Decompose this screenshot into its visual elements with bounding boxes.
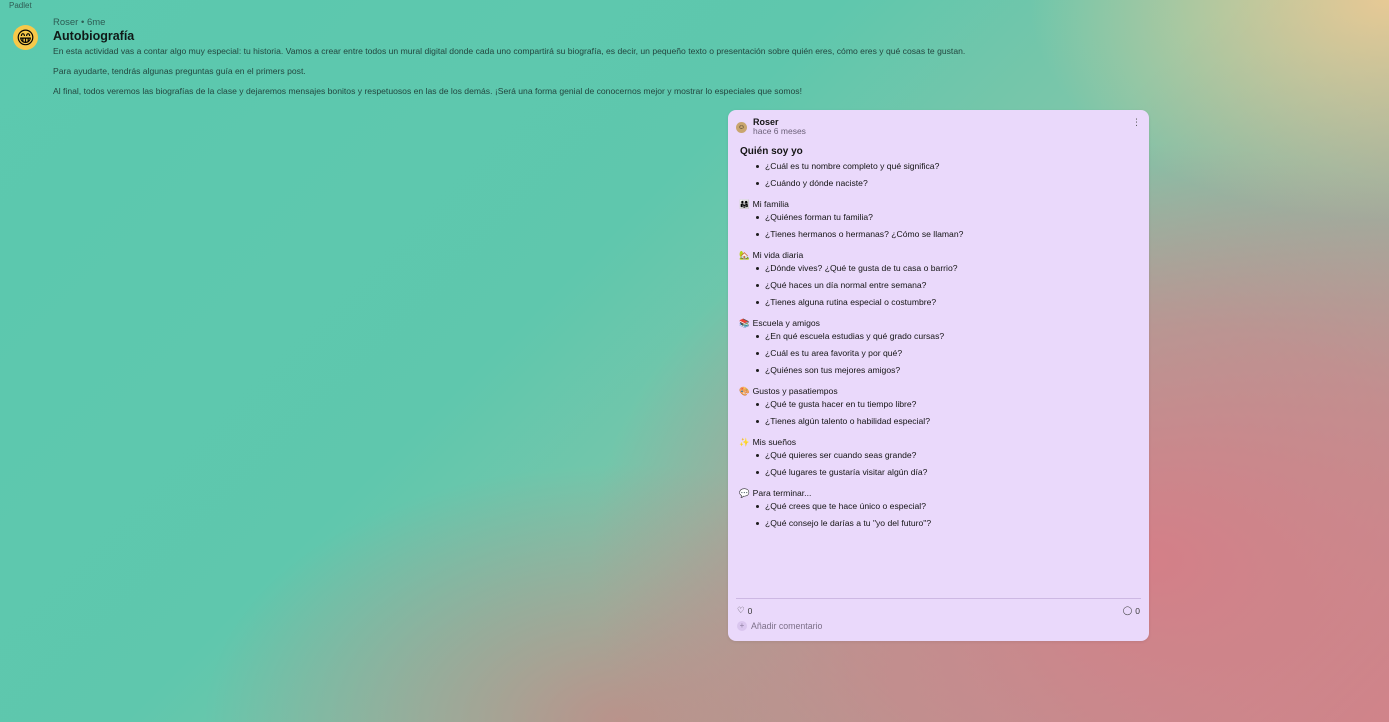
section-heading-text: Gustos y pasatiempos <box>752 386 838 396</box>
section-heading: 👨‍👩‍👧 Mi familia <box>739 199 1141 209</box>
question-list: ¿Qué te gusta hacer en tu tiempo libre? ¿… <box>739 399 1141 426</box>
post-section: ¿Cuál es tu nombre completo y qué signif… <box>739 161 1141 188</box>
section-heading-text: Mis sueños <box>752 437 797 447</box>
question-item: ¿Qué haces un día normal entre semana? <box>756 280 1141 290</box>
question-item: ¿En qué escuela estudias y qué grado cur… <box>756 331 1141 341</box>
question-item: ¿Cuándo y dónde naciste? <box>756 178 1141 188</box>
comment-count-button[interactable]: ◯ 0 <box>1123 605 1140 616</box>
section-heading-text: Para terminar... <box>752 488 812 498</box>
section-heading-text: Mi familia <box>752 199 789 209</box>
divider <box>736 598 1141 599</box>
plus-icon: + <box>737 621 747 631</box>
wall-description-2: Para ayudarte, tendrás algunas preguntas… <box>53 66 306 76</box>
wall-header: 😁 Roser • 6me Autobiografía En esta acti… <box>13 17 1369 97</box>
post-header: ☺ Roser hace 6 meses ⋮ <box>736 117 1141 141</box>
question-list: ¿En qué escuela estudias y qué grado cur… <box>739 331 1141 375</box>
post-card[interactable]: ☺ Roser hace 6 meses ⋮ Quién soy yo ¿Cuá… <box>728 110 1149 641</box>
question-item: ¿Cuál es tu nombre completo y qué signif… <box>756 161 1141 171</box>
add-comment-placeholder: Añadir comentario <box>751 621 823 631</box>
section-heading-text: Mi vida diaria <box>752 250 804 260</box>
post-section: 🏡 Mi vida diaria ¿Dónde vives? ¿Qué te gus… <box>739 250 1141 307</box>
question-list: ¿Dónde vives? ¿Qué te gusta de tu casa o… <box>739 263 1141 307</box>
section-emoji-icon: 💬 <box>739 488 750 498</box>
wall-meta: Roser • 6me <box>53 17 106 28</box>
section-heading: 🏡 Mi vida diaria <box>739 250 1141 260</box>
question-item: ¿Tienes hermanos o hermanas? ¿Cómo se ll… <box>756 229 1141 239</box>
author-avatar[interactable]: 😁 <box>13 25 38 50</box>
section-heading-text: Escuela y amigos <box>752 318 820 328</box>
section-emoji-icon: 📚 <box>739 318 750 328</box>
like-count: 0 <box>747 605 753 616</box>
post-section: ✨ Mis sueños ¿Qué quieres ser cuando seas … <box>739 437 1141 477</box>
question-item: ¿Dónde vives? ¿Qué te gusta de tu casa o… <box>756 263 1141 273</box>
like-button[interactable]: ♡ 0 <box>737 605 752 616</box>
post-section: 👨‍👩‍👧 Mi familia ¿Quiénes forman tu famili… <box>739 199 1141 239</box>
question-list: ¿Qué crees que te hace único o especial?… <box>739 501 1141 528</box>
heart-icon: ♡ <box>737 605 745 615</box>
section-heading: 📚 Escuela y amigos <box>739 318 1141 328</box>
section-emoji-icon: 👨‍👩‍👧 <box>739 199 750 209</box>
question-list: ¿Qué quieres ser cuando seas grande? ¿Qué… <box>739 450 1141 477</box>
question-item: ¿Cuál es tu area favorita y por qué? <box>756 348 1141 358</box>
question-item: ¿Quiénes forman tu familia? <box>756 212 1141 222</box>
comment-count: 0 <box>1135 605 1140 616</box>
post-section: 💬 Para terminar... ¿Qué crees que te hace … <box>739 488 1141 528</box>
section-heading: 💬 Para terminar... <box>739 488 1141 498</box>
question-item: ¿Tienes algún talento o habilidad especi… <box>756 416 1141 426</box>
add-comment-input[interactable]: + Añadir comentario <box>737 621 822 631</box>
post-time: hace 6 meses <box>753 126 806 136</box>
question-item: ¿Qué consejo le darías a tu "yo del futu… <box>756 518 1141 528</box>
section-emoji-icon: 🏡 <box>739 250 750 260</box>
question-item: ¿Qué te gusta hacer en tu tiempo libre? <box>756 399 1141 409</box>
question-item: ¿Qué lugares te gustaría visitar algún d… <box>756 467 1141 477</box>
app-brand[interactable]: Padlet <box>9 1 32 10</box>
more-options-icon[interactable]: ⋮ <box>1132 117 1141 128</box>
question-item: ¿Tienes alguna rutina especial o costumb… <box>756 297 1141 307</box>
section-heading: 🎨 Gustos y pasatiempos <box>739 386 1141 396</box>
post-body: ¿Cuál es tu nombre completo y qué signif… <box>739 161 1141 528</box>
post-section: 🎨 Gustos y pasatiempos ¿Qué te gusta hacer… <box>739 386 1141 426</box>
post-section: 📚 Escuela y amigos ¿En qué escuela estudia… <box>739 318 1141 375</box>
wall-description-1: En esta actividad vas a contar algo muy … <box>53 46 966 56</box>
wall-description-3: Al final, todos veremos las biografías d… <box>53 86 802 96</box>
post-title: Quién soy yo <box>740 146 803 157</box>
section-emoji-icon: ✨ <box>739 437 750 447</box>
post-author-avatar[interactable]: ☺ <box>736 122 747 133</box>
question-item: ¿Qué quieres ser cuando seas grande? <box>756 450 1141 460</box>
section-heading: ✨ Mis sueños <box>739 437 1141 447</box>
question-item: ¿Qué crees que te hace único o especial? <box>756 501 1141 511</box>
section-emoji-icon: 🎨 <box>739 386 750 396</box>
question-list: ¿Quiénes forman tu familia? ¿Tienes herma… <box>739 212 1141 239</box>
comment-icon: ◯ <box>1122 605 1133 615</box>
question-item: ¿Quiénes son tus mejores amigos? <box>756 365 1141 375</box>
wall-title: Autobiografía <box>53 29 135 43</box>
question-list: ¿Cuál es tu nombre completo y qué signif… <box>739 161 1141 188</box>
